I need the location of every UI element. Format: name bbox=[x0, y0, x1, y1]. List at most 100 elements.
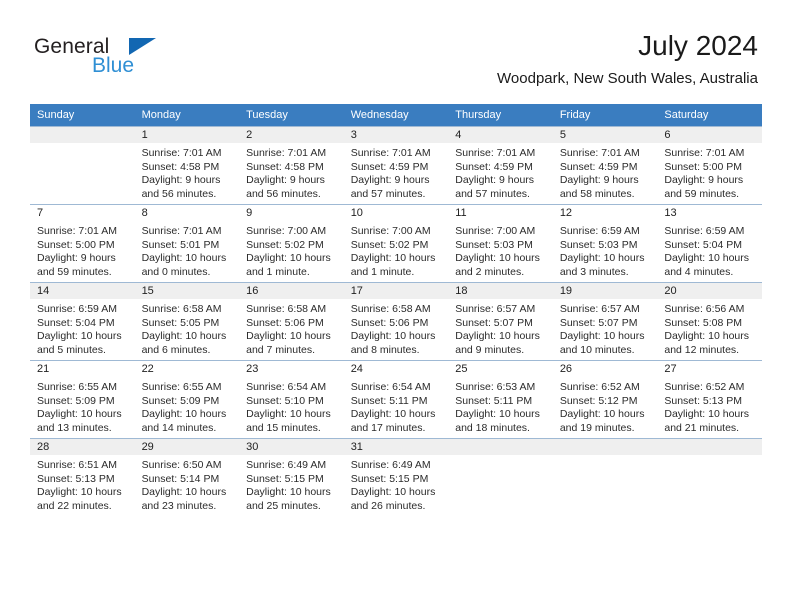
day-details: Sunrise: 6:52 AM Sunset: 5:12 PM Daylight:… bbox=[553, 377, 658, 435]
day-cell-inner bbox=[30, 126, 135, 204]
day-detail-daylight1: Daylight: 9 hours bbox=[455, 174, 535, 187]
calendar-day-cell[interactable]: 6 Sunrise: 7:01 AM Sunset: 5:00 PM Daylight… bbox=[657, 126, 762, 204]
day-detail-sunrise: Sunrise: 7:00 AM bbox=[350, 225, 431, 237]
day-detail-daylight2: and 18 minutes. bbox=[455, 421, 530, 434]
calendar-day-cell[interactable]: 28 Sunrise: 6:51 AM Sunset: 5:13 PM Dayligh… bbox=[30, 438, 135, 516]
calendar-day-cell[interactable]: 19 Sunrise: 6:57 AM Sunset: 5:07 PM Dayligh… bbox=[552, 282, 658, 360]
calendar-day-cell[interactable]: 26 Sunrise: 6:52 AM Sunset: 5:12 PM Dayligh… bbox=[552, 360, 658, 438]
day-detail-sunset: Sunset: 4:59 PM bbox=[350, 160, 429, 173]
day-detail-sunset: Sunset: 5:06 PM bbox=[246, 316, 324, 329]
day-detail-sunset: Sunset: 5:12 PM bbox=[559, 394, 638, 407]
day-detail-sunset: Sunset: 5:06 PM bbox=[350, 316, 429, 329]
day-cell-inner: 2 Sunrise: 7:01 AM Sunset: 4:58 PM Daylight… bbox=[239, 126, 344, 204]
day-detail-daylight2: and 56 minutes. bbox=[246, 187, 321, 200]
calendar-day-cell[interactable]: 27 Sunrise: 6:52 AM Sunset: 5:13 PM Dayligh… bbox=[657, 360, 762, 438]
day-detail-sunrise: Sunrise: 6:58 AM bbox=[141, 303, 222, 315]
calendar-day-cell[interactable]: 2 Sunrise: 7:01 AM Sunset: 4:58 PM Daylight… bbox=[239, 126, 344, 204]
calendar-day-cell[interactable]: 3 Sunrise: 7:01 AM Sunset: 4:59 PM Daylight… bbox=[343, 126, 449, 204]
day-detail-daylight1: Daylight: 9 hours bbox=[141, 174, 221, 187]
calendar-day-cell[interactable]: 9 Sunrise: 7:00 AM Sunset: 5:02 PM Daylight… bbox=[239, 204, 344, 282]
calendar-day-cell[interactable]: 1 Sunrise: 7:01 AM Sunset: 4:58 PM Daylight… bbox=[134, 126, 240, 204]
day-details: Sunrise: 7:00 AM Sunset: 5:02 PM Daylight:… bbox=[344, 221, 449, 279]
day-detail-daylight1: Daylight: 10 hours bbox=[559, 408, 645, 421]
day-cell-inner: 30 Sunrise: 6:49 AM Sunset: 5:15 PM Dayligh… bbox=[239, 438, 344, 516]
calendar-day-cell[interactable]: 20 Sunrise: 6:56 AM Sunset: 5:08 PM Dayligh… bbox=[657, 282, 762, 360]
day-details: Sunrise: 7:01 AM Sunset: 4:59 PM Daylight:… bbox=[553, 143, 658, 201]
day-details: Sunrise: 7:01 AM Sunset: 4:59 PM Daylight:… bbox=[344, 143, 449, 201]
day-detail-sunset: Sunset: 5:13 PM bbox=[37, 472, 115, 485]
day-detail-daylight2: and 25 minutes. bbox=[246, 499, 321, 512]
calendar-day-cell[interactable]: 11 Sunrise: 7:00 AM Sunset: 5:03 PM Dayligh… bbox=[448, 204, 553, 282]
day-detail-daylight1: Daylight: 10 hours bbox=[455, 252, 540, 265]
calendar-day-cell[interactable]: 8 Sunrise: 7:01 AM Sunset: 5:01 PM Daylight… bbox=[134, 204, 240, 282]
day-details: Sunrise: 7:01 AM Sunset: 4:58 PM Daylight:… bbox=[135, 143, 240, 201]
day-number: 11 bbox=[448, 204, 553, 221]
day-details: Sunrise: 6:57 AM Sunset: 5:07 PM Daylight:… bbox=[553, 299, 658, 357]
calendar-day-cell[interactable]: 22 Sunrise: 6:55 AM Sunset: 5:09 PM Dayligh… bbox=[134, 360, 240, 438]
day-number bbox=[552, 438, 658, 455]
day-detail-sunrise: Sunrise: 6:53 AM bbox=[455, 381, 536, 393]
day-number: 20 bbox=[657, 282, 762, 299]
day-detail-sunrise: Sunrise: 7:01 AM bbox=[559, 147, 640, 159]
calendar-day-cell[interactable]: 23 Sunrise: 6:54 AM Sunset: 5:10 PM Dayligh… bbox=[239, 360, 344, 438]
calendar-week-row: 7 Sunrise: 7:01 AM Sunset: 5:00 PM Daylight… bbox=[30, 204, 762, 282]
calendar-week-row: 28 Sunrise: 6:51 AM Sunset: 5:13 PM Dayligh… bbox=[30, 438, 762, 516]
calendar-day-cell[interactable]: 14 Sunrise: 6:59 AM Sunset: 5:04 PM Dayligh… bbox=[30, 282, 135, 360]
calendar-day-cell[interactable]: 18 Sunrise: 6:57 AM Sunset: 5:07 PM Dayligh… bbox=[448, 282, 553, 360]
calendar-day-cell-empty bbox=[552, 438, 658, 516]
day-detail-daylight2: and 22 minutes. bbox=[37, 499, 112, 512]
calendar-day-cell[interactable]: 5 Sunrise: 7:01 AM Sunset: 4:59 PM Daylight… bbox=[552, 126, 658, 204]
day-detail-sunrise: Sunrise: 7:01 AM bbox=[246, 147, 327, 159]
logo-text-blue: Blue bbox=[92, 54, 135, 77]
day-details: Sunrise: 6:59 AM Sunset: 5:04 PM Daylight:… bbox=[657, 221, 762, 279]
calendar-day-cell[interactable]: 15 Sunrise: 6:58 AM Sunset: 5:05 PM Dayligh… bbox=[134, 282, 240, 360]
day-cell-inner: 9 Sunrise: 7:00 AM Sunset: 5:02 PM Daylight… bbox=[239, 204, 344, 282]
day-detail-sunrise: Sunrise: 6:55 AM bbox=[37, 381, 117, 393]
calendar-day-cell[interactable]: 4 Sunrise: 7:01 AM Sunset: 4:59 PM Daylight… bbox=[448, 126, 553, 204]
calendar-body: 1 Sunrise: 7:01 AM Sunset: 4:58 PM Daylight… bbox=[30, 126, 762, 516]
day-number: 27 bbox=[657, 360, 762, 377]
calendar-day-cell[interactable]: 7 Sunrise: 7:01 AM Sunset: 5:00 PM Daylight… bbox=[30, 204, 135, 282]
calendar-day-cell[interactable]: 29 Sunrise: 6:50 AM Sunset: 5:14 PM Dayligh… bbox=[134, 438, 240, 516]
day-detail-sunrise: Sunrise: 7:00 AM bbox=[246, 225, 327, 237]
calendar-day-cell[interactable]: 24 Sunrise: 6:54 AM Sunset: 5:11 PM Dayligh… bbox=[343, 360, 449, 438]
day-detail-sunrise: Sunrise: 6:59 AM bbox=[559, 225, 640, 237]
day-detail-daylight1: Daylight: 10 hours bbox=[350, 408, 436, 421]
calendar-day-cell[interactable]: 25 Sunrise: 6:53 AM Sunset: 5:11 PM Dayligh… bbox=[448, 360, 553, 438]
calendar-day-cell[interactable]: 16 Sunrise: 6:58 AM Sunset: 5:06 PM Dayligh… bbox=[239, 282, 344, 360]
title-block: July 2024 Woodpark, New South Wales, Aus… bbox=[497, 30, 758, 87]
day-details: Sunrise: 6:59 AM Sunset: 5:03 PM Daylight:… bbox=[553, 221, 658, 279]
day-detail-daylight1: Daylight: 10 hours bbox=[141, 486, 227, 499]
day-cell-inner: 14 Sunrise: 6:59 AM Sunset: 5:04 PM Dayligh… bbox=[30, 282, 135, 360]
day-detail-daylight2: and 1 minute. bbox=[246, 265, 310, 278]
day-details bbox=[657, 455, 762, 459]
calendar-day-cell[interactable]: 30 Sunrise: 6:49 AM Sunset: 5:15 PM Dayligh… bbox=[239, 438, 344, 516]
day-cell-inner: 22 Sunrise: 6:55 AM Sunset: 5:09 PM Dayligh… bbox=[134, 360, 240, 438]
day-detail-sunset: Sunset: 4:59 PM bbox=[455, 160, 533, 173]
calendar-day-cell[interactable]: 31 Sunrise: 6:49 AM Sunset: 5:15 PM Dayligh… bbox=[343, 438, 449, 516]
calendar-day-cell[interactable]: 12 Sunrise: 6:59 AM Sunset: 5:03 PM Dayligh… bbox=[552, 204, 658, 282]
day-cell-inner: 4 Sunrise: 7:01 AM Sunset: 4:59 PM Daylight… bbox=[448, 126, 553, 204]
day-cell-inner: 15 Sunrise: 6:58 AM Sunset: 5:05 PM Dayligh… bbox=[134, 282, 240, 360]
day-detail-daylight1: Daylight: 10 hours bbox=[246, 486, 331, 499]
day-detail-daylight2: and 4 minutes. bbox=[664, 265, 734, 278]
day-detail-sunset: Sunset: 5:00 PM bbox=[664, 160, 743, 173]
calendar-day-cell[interactable]: 13 Sunrise: 6:59 AM Sunset: 5:04 PM Dayligh… bbox=[657, 204, 762, 282]
day-detail-daylight2: and 56 minutes. bbox=[141, 187, 217, 200]
day-detail-daylight2: and 9 minutes. bbox=[455, 343, 525, 356]
calendar-table: Sunday Monday Tuesday Wednesday Thursday Frid… bbox=[30, 104, 762, 516]
day-cell-inner: 7 Sunrise: 7:01 AM Sunset: 5:00 PM Daylight… bbox=[30, 204, 135, 282]
day-detail-daylight1: Daylight: 10 hours bbox=[246, 330, 331, 343]
calendar-day-cell[interactable]: 10 Sunrise: 7:00 AM Sunset: 5:02 PM Dayligh… bbox=[343, 204, 449, 282]
day-detail-sunrise: Sunrise: 6:52 AM bbox=[664, 381, 745, 393]
day-detail-sunrise: Sunrise: 6:55 AM bbox=[141, 381, 222, 393]
day-cell-inner: 13 Sunrise: 6:59 AM Sunset: 5:04 PM Dayligh… bbox=[657, 204, 762, 282]
day-detail-daylight2: and 26 minutes. bbox=[350, 499, 426, 512]
day-detail-daylight2: and 6 minutes. bbox=[141, 343, 211, 356]
day-number bbox=[448, 438, 553, 455]
calendar-day-cell[interactable]: 17 Sunrise: 6:58 AM Sunset: 5:06 PM Dayligh… bbox=[343, 282, 449, 360]
day-detail-daylight1: Daylight: 10 hours bbox=[664, 408, 750, 421]
calendar-day-cell[interactable]: 21 Sunrise: 6:55 AM Sunset: 5:09 PM Dayligh… bbox=[30, 360, 135, 438]
day-cell-inner: 12 Sunrise: 6:59 AM Sunset: 5:03 PM Dayligh… bbox=[552, 204, 658, 282]
day-details: Sunrise: 7:01 AM Sunset: 5:01 PM Daylight:… bbox=[135, 221, 240, 279]
